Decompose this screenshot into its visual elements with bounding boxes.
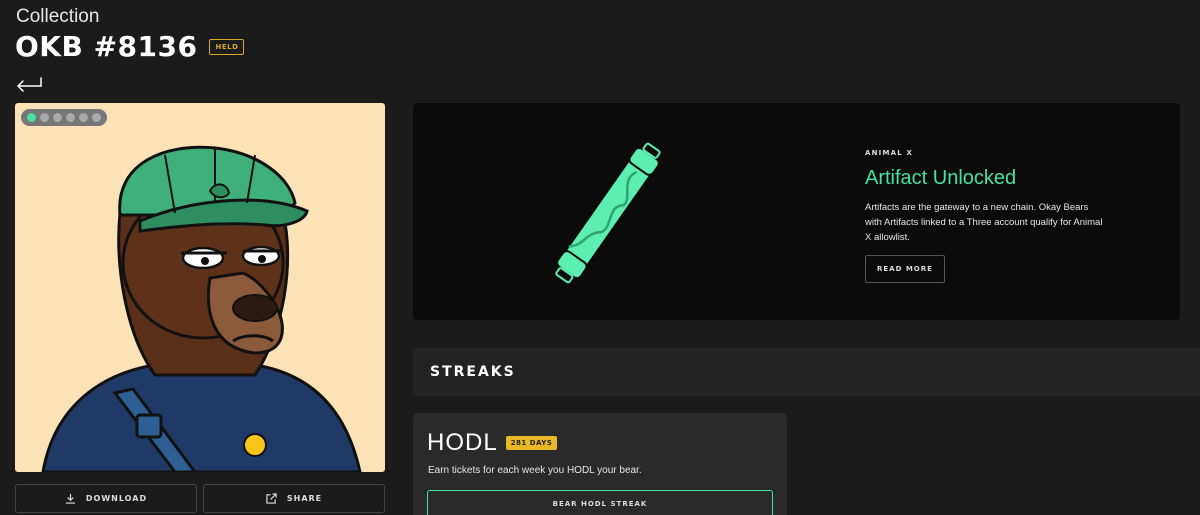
streaks-title: STREAKS [430, 364, 516, 380]
artifact-text: ANIMAL X Artifact Unlocked Artifacts are… [865, 149, 1105, 283]
variant-selector [21, 109, 107, 126]
held-badge: HELD [209, 38, 245, 55]
hodl-title: HODL [427, 429, 498, 456]
hodl-description: Earn tickets for each week you HODL your… [428, 465, 642, 476]
title-row: OKB #8136 HELD [15, 30, 245, 63]
hodl-header: HODL 281 DAYS [427, 429, 558, 457]
share-label: SHARE [286, 494, 323, 503]
share-icon [266, 493, 277, 504]
variant-dot[interactable] [53, 113, 62, 122]
bear-hodl-streak-button[interactable]: BEAR HODL STREAK [427, 490, 773, 515]
variant-dot[interactable] [79, 113, 88, 122]
download-button[interactable]: DOWNLOAD [15, 484, 197, 513]
download-label: DOWNLOAD [85, 494, 148, 503]
read-more-button[interactable]: READ MORE [865, 255, 945, 283]
artifact-image [555, 142, 661, 284]
variant-dot[interactable] [66, 113, 75, 122]
streaks-header: STREAKS [413, 348, 1200, 396]
nft-actions: DOWNLOAD SHARE [15, 484, 385, 513]
nft-image [15, 103, 385, 472]
artifact-eyebrow: ANIMAL X [865, 149, 914, 157]
download-icon [65, 493, 75, 504]
share-button[interactable]: SHARE [203, 484, 385, 513]
breadcrumb[interactable]: Collection [16, 6, 99, 28]
back-arrow-icon[interactable] [15, 74, 43, 92]
variant-dot[interactable] [92, 113, 101, 122]
variant-dot[interactable] [40, 113, 49, 122]
page-title: OKB #8136 [15, 30, 198, 63]
hodl-card: HODL 281 DAYS Earn tickets for each week… [413, 413, 787, 515]
artifact-panel: ANIMAL X Artifact Unlocked Artifacts are… [413, 103, 1180, 320]
bear-illustration [41, 145, 362, 472]
page: Collection OKB #8136 HELD DOWNLOAD SHARE… [0, 0, 1200, 515]
artifact-description: Artifacts are the gateway to a new chain… [865, 202, 1103, 243]
artifact-title: Artifact Unlocked [865, 167, 1017, 189]
variant-dot[interactable] [27, 113, 36, 122]
days-badge: 281 DAYS [505, 436, 558, 450]
